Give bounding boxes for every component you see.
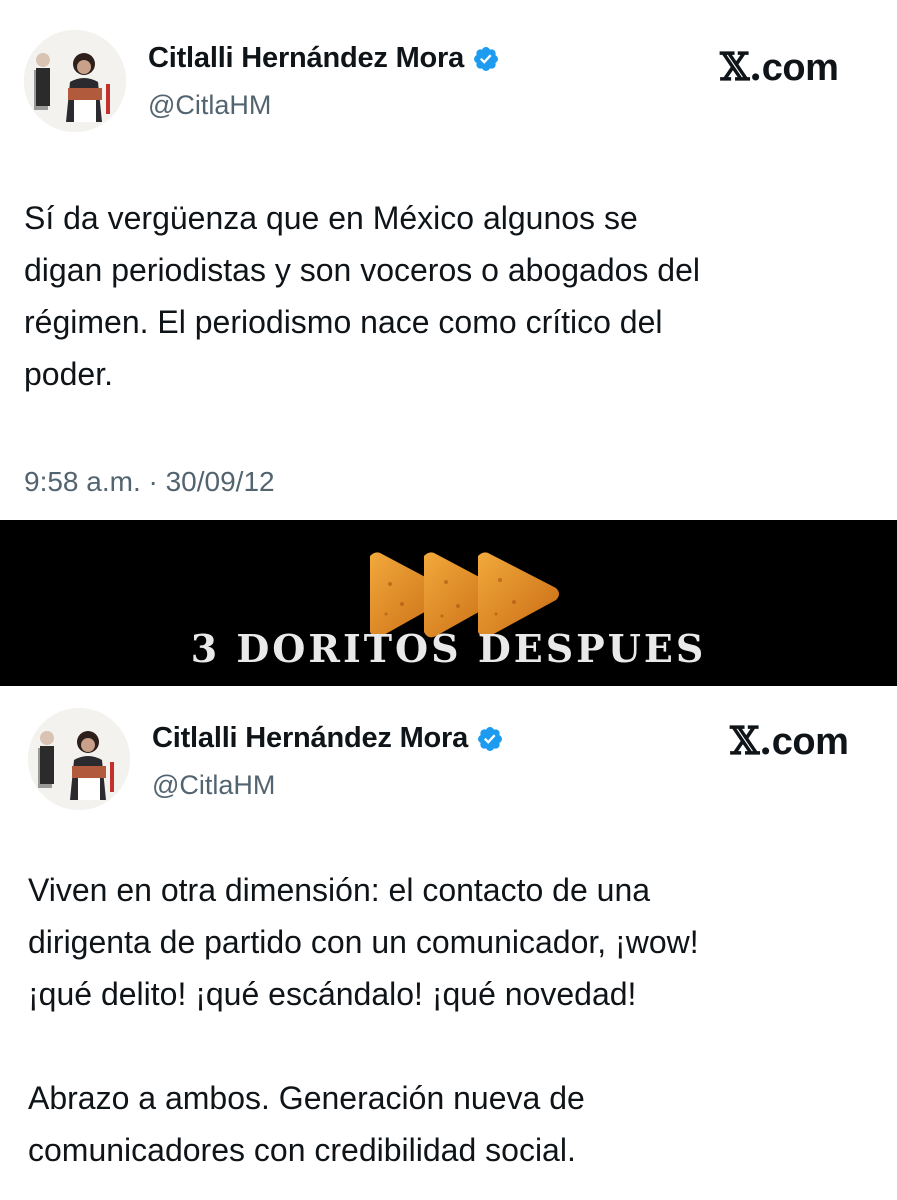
tweet-text: Sí da vergüenza que en México algunos se… [24, 200, 700, 392]
timestamp[interactable]: 9:58 a.m. · 30/09/12 [24, 466, 275, 498]
verified-badge-icon [478, 726, 503, 751]
tweet-card-1: Citlalli Hernández Mora @CitlaHM 𝕏.com S… [0, 0, 897, 520]
x-logo-icon: 𝕏. [720, 44, 762, 89]
display-name[interactable]: Citlalli Hernández Mora [148, 42, 464, 75]
display-name[interactable]: Citlalli Hernández Mora [152, 722, 468, 755]
avatar[interactable] [24, 30, 126, 132]
tweet-card-2: Citlalli Hernández Mora @CitlaHM 𝕏.com V… [0, 686, 897, 1200]
display-name-row: Citlalli Hernández Mora [152, 722, 504, 755]
site-label-text: com [761, 47, 839, 89]
handle[interactable]: @CitlaHM [152, 770, 275, 801]
separator-banner: 3 DORITOS DESPUES [0, 520, 897, 686]
separator-caption: 3 DORITOS DESPUES [190, 626, 707, 671]
avatar[interactable] [28, 708, 130, 810]
avatar-photo-icon [28, 708, 130, 810]
x-logo-icon: 𝕏. [730, 718, 772, 763]
verified-badge-icon [474, 46, 499, 71]
display-name-row: Citlalli Hernández Mora [148, 42, 500, 75]
site-label[interactable]: 𝕏.com [730, 718, 849, 764]
tweet-text: Viven en otra dimensión: el contacto de … [28, 872, 699, 1168]
site-label[interactable]: 𝕏.com [720, 44, 839, 90]
avatar-photo-icon [24, 30, 126, 132]
handle[interactable]: @CitlaHM [148, 90, 271, 121]
site-label-text: com [771, 721, 849, 763]
